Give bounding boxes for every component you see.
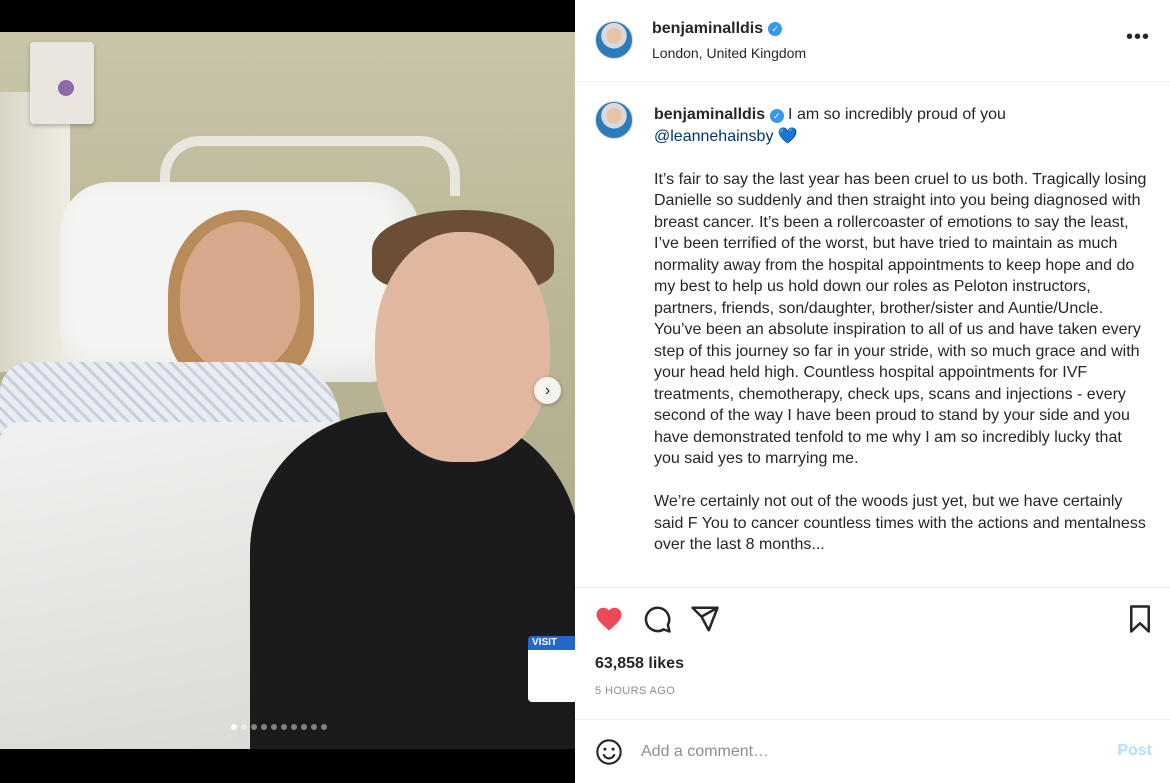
carousel-next-button[interactable]: › (534, 377, 561, 404)
header-username-row: benjaminalldis ✓ (652, 20, 783, 38)
blue-heart-emoji: 💙 (777, 127, 798, 145)
post-panel: benjaminalldis ✓ London, United Kingdom … (575, 0, 1170, 783)
likes-count[interactable]: 63,858 likes (595, 655, 684, 673)
caption-area: benjaminalldis ✓ I am so incredibly prou… (575, 83, 1170, 586)
post-photo[interactable]: VISIT (0, 32, 575, 749)
carousel-indicator (231, 724, 327, 730)
carousel-dot (291, 724, 297, 730)
heart-filled-icon[interactable] (594, 604, 624, 634)
comment-icon[interactable] (642, 604, 672, 634)
visitor-badge: VISIT (528, 636, 575, 702)
post-header: benjaminalldis ✓ London, United Kingdom … (575, 0, 1170, 82)
send-icon[interactable] (690, 604, 720, 634)
carousel-dot (241, 724, 247, 730)
username-link[interactable]: benjaminalldis (652, 20, 763, 38)
wall-socket (30, 42, 94, 124)
chevron-right-icon: › (544, 382, 551, 399)
caption-first-line: I am so incredibly proud of you (788, 106, 1006, 123)
caption-avatar[interactable] (595, 101, 633, 139)
emoji-icon[interactable] (595, 738, 623, 766)
caption-paragraph: We’re certainly not out of the woods jus… (654, 493, 1146, 553)
more-options-icon[interactable]: ••• (1126, 27, 1150, 47)
mention-link[interactable]: @leannehainsby (654, 128, 773, 145)
carousel-dot (251, 724, 257, 730)
carousel-dot (281, 724, 287, 730)
post-comment-button[interactable]: Post (1117, 742, 1152, 760)
post-media: VISIT › (0, 0, 575, 783)
carousel-dot (261, 724, 267, 730)
comment-input[interactable] (641, 740, 1081, 764)
visitor-badge-label: VISIT (532, 637, 558, 648)
verified-badge-icon: ✓ (768, 22, 783, 36)
verified-badge-icon: ✓ (769, 109, 784, 123)
caption-username-link[interactable]: benjaminalldis (654, 106, 765, 123)
man-face (375, 232, 550, 462)
post-timestamp[interactable]: 5 HOURS AGO (595, 685, 675, 697)
caption-paragraph: It’s fair to say the last year has been … (654, 170, 1147, 468)
carousel-dot (311, 724, 317, 730)
woman-face (180, 222, 300, 372)
action-bar: 63,858 likes 5 HOURS AGO (575, 587, 1170, 720)
caption-text: benjaminalldis ✓ I am so incredibly prou… (654, 104, 1149, 577)
comment-bar: Post (575, 719, 1170, 783)
man-hoodie (250, 412, 575, 749)
carousel-dot (231, 724, 237, 730)
carousel-dot (321, 724, 327, 730)
carousel-dot (301, 724, 307, 730)
carousel-dot (271, 724, 277, 730)
location-link[interactable]: London, United Kingdom (652, 45, 806, 61)
avatar[interactable] (595, 21, 633, 59)
bookmark-icon[interactable] (1125, 604, 1155, 634)
